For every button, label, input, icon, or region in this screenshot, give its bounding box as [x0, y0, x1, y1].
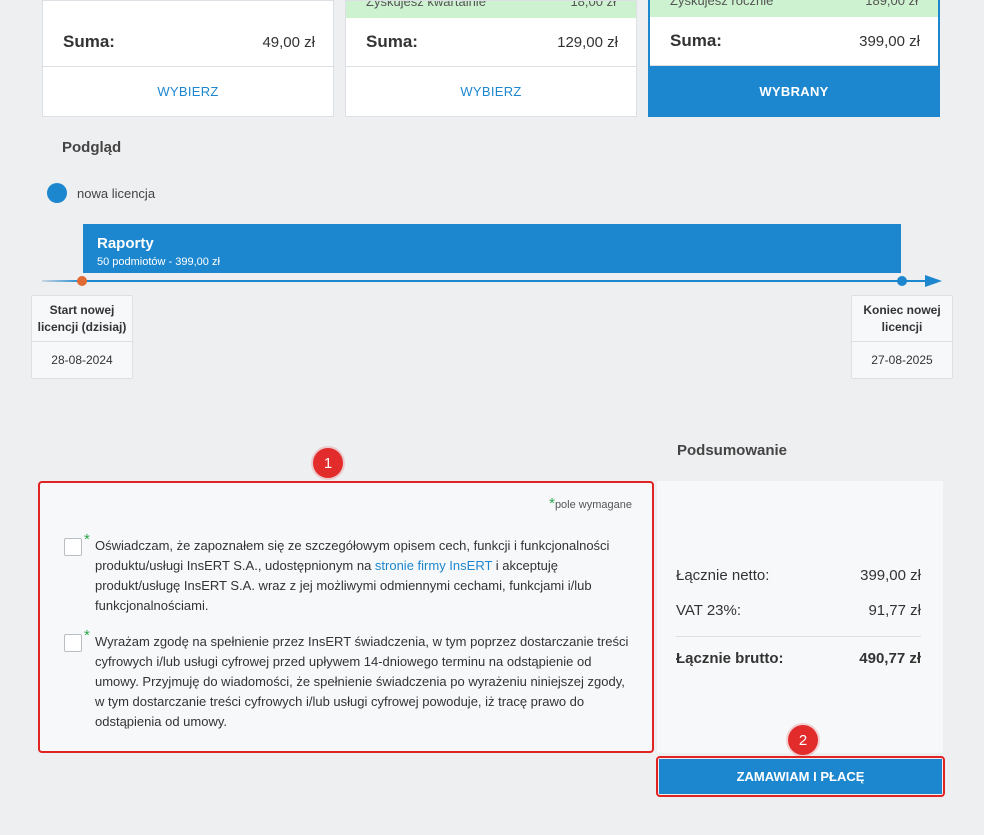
selected-plan-button[interactable]: WYBRANY	[648, 66, 940, 117]
required-note-text: pole wymagane	[554, 499, 632, 511]
license-bar-title: Raporty	[97, 235, 154, 252]
plan-sum-row: Suma: 129,00 zł	[346, 18, 636, 67]
consents-panel: *pole wymagane * Oświadczam, że zapoznał…	[38, 481, 654, 753]
plan-sum-value: 399,00 zł	[859, 32, 920, 50]
plan-promo: Zyskujesz kwartalnie 18,00 zł	[346, 1, 636, 18]
plan-card-2: Zyskujesz kwartalnie 18,00 zł Suma: 129,…	[345, 0, 637, 117]
summary-panel: Łącznie netto: 399,00 zł VAT 23%: 91,77 …	[657, 481, 943, 753]
insert-website-link[interactable]: stronie firmy InsERT	[375, 558, 492, 573]
plan-sum-label: Suma:	[63, 32, 115, 51]
timeline-line	[42, 280, 930, 282]
net-label: Łącznie netto:	[676, 567, 770, 584]
consent-checkbox-2[interactable]	[64, 634, 82, 652]
gross-label: Łącznie brutto:	[676, 650, 784, 667]
plan-sum-label: Suma:	[366, 32, 418, 51]
consent-checkbox-1[interactable]	[64, 538, 82, 556]
vat-label: VAT 23%:	[676, 602, 742, 619]
summary-title: Podsumowanie	[677, 442, 788, 459]
end-date-title: Koniec nowej licencji	[852, 296, 952, 342]
choose-plan-button[interactable]: WYBIERZ	[43, 67, 333, 116]
consent-text-1: * Oświadczam, że zapoznałem się ze szcze…	[84, 531, 634, 616]
plan-promo-value: 18,00 zł	[570, 1, 616, 9]
plan-promo-value: 189,00 zł	[865, 0, 918, 8]
timeline-arrow-icon	[925, 275, 942, 287]
start-date-value: 28-08-2024	[51, 353, 113, 367]
consent-item-2: * Wyrażam zgodę na spełnienie przez InsE…	[64, 627, 634, 732]
plan-sum-value: 49,00 zł	[262, 33, 315, 51]
order-and-pay-button[interactable]: ZAMAWIAM I PŁACĘ	[659, 759, 942, 794]
plan-sum-row: Suma: 399,00 zł	[650, 17, 938, 66]
plan-promo: Zyskujesz rocznie 189,00 zł	[650, 0, 938, 17]
consent-text-2: * Wyrażam zgodę na spełnienie przez InsE…	[84, 627, 634, 732]
legend-label: nowa licencja	[77, 186, 156, 201]
summary-divider	[676, 636, 921, 637]
choose-plan-button[interactable]: WYBIERZ	[346, 67, 636, 116]
end-date-value: 27-08-2025	[871, 353, 933, 367]
order-button-highlight: ZAMAWIAM I PŁACĘ	[656, 756, 945, 797]
start-date-title: Start nowej licencji (dzisiaj)	[32, 296, 132, 342]
license-bar: Raporty 50 podmiotów - 399,00 zł	[83, 224, 901, 273]
gross-value: 490,77 zł	[859, 650, 921, 667]
plan-sum-label: Suma:	[670, 31, 722, 50]
annotation-badge-1: 1	[313, 448, 343, 478]
plan-promo-label: Zyskujesz kwartalnie	[366, 1, 486, 9]
consent-item-1: * Oświadczam, że zapoznałem się ze szcze…	[64, 531, 634, 616]
plan-sum-value: 129,00 zł	[557, 33, 618, 51]
preview-title: Podgląd	[62, 139, 122, 156]
net-value: 399,00 zł	[860, 567, 921, 584]
license-bar-subtitle: 50 podmiotów - 399,00 zł	[97, 256, 220, 268]
plan-sum-row: Suma: 49,00 zł	[43, 18, 333, 67]
start-marker-icon	[77, 276, 87, 286]
legend-dot-icon	[47, 183, 67, 203]
required-note: *pole wymagane	[549, 495, 632, 512]
required-star: *	[84, 627, 90, 644]
plan-card-1: Suma: 49,00 zł WYBIERZ	[42, 0, 334, 117]
gross-row: Łącznie brutto: 490,77 zł	[676, 650, 921, 667]
required-star: *	[84, 531, 90, 548]
plan-promo-label: Zyskujesz rocznie	[670, 0, 774, 8]
consent-text-2-body: Wyrażam zgodę na spełnienie przez InsERT…	[95, 634, 629, 729]
vat-row: VAT 23%: 91,77 zł	[676, 602, 921, 619]
end-date-box: Koniec nowej licencji 27-08-2025	[851, 295, 953, 379]
vat-value: 91,77 zł	[868, 602, 921, 619]
plan-card-3: Zyskujesz rocznie 189,00 zł Suma: 399,00…	[648, 0, 940, 117]
net-row: Łącznie netto: 399,00 zł	[676, 567, 921, 584]
start-date-box: Start nowej licencji (dzisiaj) 28-08-202…	[31, 295, 133, 379]
annotation-badge-2: 2	[788, 725, 818, 755]
end-marker-icon	[897, 276, 907, 286]
